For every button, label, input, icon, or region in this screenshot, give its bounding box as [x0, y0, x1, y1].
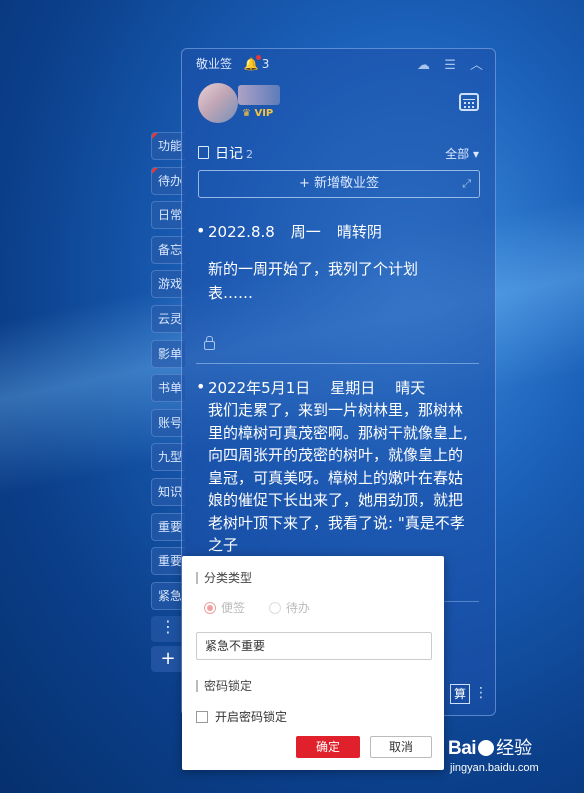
category-title: 日记 2	[198, 143, 253, 163]
side-tab[interactable]: 游戏	[151, 270, 185, 299]
bell-icon[interactable]: 🔔	[244, 55, 261, 71]
side-tab[interactable]: 重要	[151, 547, 185, 576]
bullet: •	[196, 221, 206, 240]
side-tab[interactable]: 功能	[151, 132, 185, 160]
cancel-button[interactable]: 取消	[370, 736, 432, 758]
more-options-icon[interactable]: ⋮	[474, 685, 488, 701]
paw-icon	[478, 740, 495, 756]
category-dialog: 分类类型 便签 待办 紧急不重要 密码锁定 开启密码锁定 确定 取消	[182, 556, 444, 770]
note-header: 2022.8.8 周一 晴转阴	[208, 223, 382, 241]
add-note-button[interactable]: + 新增敬业签 ⤢	[198, 170, 480, 198]
side-tab[interactable]: 账号	[151, 408, 185, 437]
note-item[interactable]: • 2022.8.8 周一 晴转阴 新的一周开始了，我列了个计划表……	[196, 221, 479, 305]
side-tab[interactable]: 九型	[151, 443, 185, 472]
radio-note[interactable]: 便签	[204, 599, 245, 616]
lock-icon	[204, 336, 215, 350]
side-tab[interactable]: 云灵	[151, 304, 185, 333]
title-bar: 敬业签 🔔 3 ☁ ☰ ︿	[196, 55, 483, 73]
side-tab[interactable]: 知识	[151, 477, 185, 506]
calculator-button[interactable]: 算	[450, 684, 470, 704]
section-category-type: 分类类型	[196, 572, 252, 584]
radio-todo[interactable]: 待办	[268, 599, 310, 616]
side-tab[interactable]: 书单	[151, 374, 185, 403]
filter-dropdown[interactable]: 全部 ▾	[445, 145, 479, 162]
add-tab-button[interactable]: +	[151, 646, 185, 673]
side-tab[interactable]: 备忘	[151, 235, 185, 264]
username-blurred	[238, 85, 280, 105]
app-title: 敬业签	[196, 57, 233, 71]
note-body: 我们走累了，来到一片树林里，那树林里的樟树可真茂密啊。那树干就像皇上,向四周张开…	[208, 401, 468, 554]
more-tabs-icon[interactable]: ⋮	[151, 616, 185, 643]
menu-icon[interactable]: ☰	[444, 58, 456, 73]
section-password-lock: 密码锁定	[196, 680, 252, 692]
avatar[interactable]	[198, 83, 238, 123]
side-tab[interactable]: 重要	[151, 512, 185, 541]
cloud-sync-icon[interactable]: ☁	[417, 58, 430, 73]
notification-count: 3	[261, 57, 270, 71]
radio-selected-icon	[204, 602, 216, 614]
vip-badge: ♛ VIP	[242, 108, 274, 119]
type-radio-group: 便签 待办	[204, 599, 330, 616]
note-header: 2022年5月1日 星期日 晴天	[208, 379, 426, 397]
category-count: 2	[246, 148, 253, 161]
bookmark-icon	[198, 146, 209, 159]
checkbox-icon[interactable]	[196, 711, 208, 723]
side-tab[interactable]: 紧急	[151, 581, 185, 610]
watermark-url: jingyan.baidu.com	[450, 762, 539, 774]
window-controls: ☁ ☰ ︿	[407, 54, 483, 73]
side-tab[interactable]: 影单	[151, 339, 185, 368]
password-lock-checkbox[interactable]: 开启密码锁定	[196, 708, 287, 725]
collapse-icon[interactable]: ︿	[470, 58, 483, 73]
side-tab[interactable]: 日常	[151, 201, 185, 230]
category-select[interactable]: 紧急不重要	[196, 632, 432, 660]
divider	[196, 363, 479, 364]
note-item[interactable]: • 2022年5月1日 星期日 晴天 我们走累了，来到一片树林里，那树林里的樟树可真…	[196, 377, 479, 557]
side-tab-bar: 功能 待办 日常 备忘 游戏 云灵 影单 书单 账号 九型 知识 重要 重要 紧急 ⋮ +	[151, 132, 185, 673]
expand-icon[interactable]: ⤢	[462, 171, 471, 197]
bullet: •	[196, 377, 206, 396]
note-body: 新的一周开始了，我列了个计划表……	[208, 260, 419, 302]
calendar-icon[interactable]	[459, 93, 479, 111]
side-tab[interactable]: 待办	[151, 166, 185, 195]
baidu-watermark: Bai 经验 jingyan.baidu.com	[448, 738, 539, 774]
confirm-button[interactable]: 确定	[296, 736, 360, 758]
radio-empty-icon	[268, 602, 281, 614]
